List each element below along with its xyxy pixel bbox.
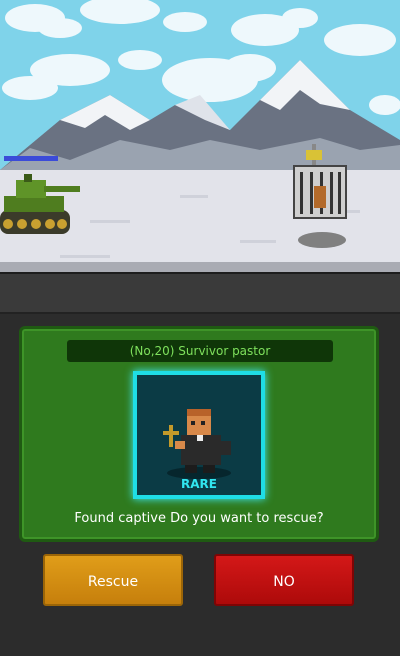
captive-title: (No,20) Survivor pastor bbox=[67, 340, 333, 362]
captive-portrait: RARE bbox=[133, 371, 265, 499]
bottom-panel: (No,20) Survivor pastor RARE Found capti… bbox=[0, 272, 400, 656]
rarity-badge: RARE bbox=[181, 477, 217, 491]
cage-shadow bbox=[298, 232, 346, 248]
rescue-prompt: Found captive Do you want to rescue? bbox=[74, 511, 324, 526]
game-scene bbox=[0, 0, 400, 272]
no-button[interactable]: NO bbox=[214, 554, 354, 606]
panel-divider bbox=[0, 272, 400, 314]
rescue-button[interactable]: Rescue bbox=[43, 554, 183, 606]
captive-dialog: (No,20) Survivor pastor RARE Found capti… bbox=[19, 326, 379, 542]
player-health-bar bbox=[4, 156, 58, 161]
